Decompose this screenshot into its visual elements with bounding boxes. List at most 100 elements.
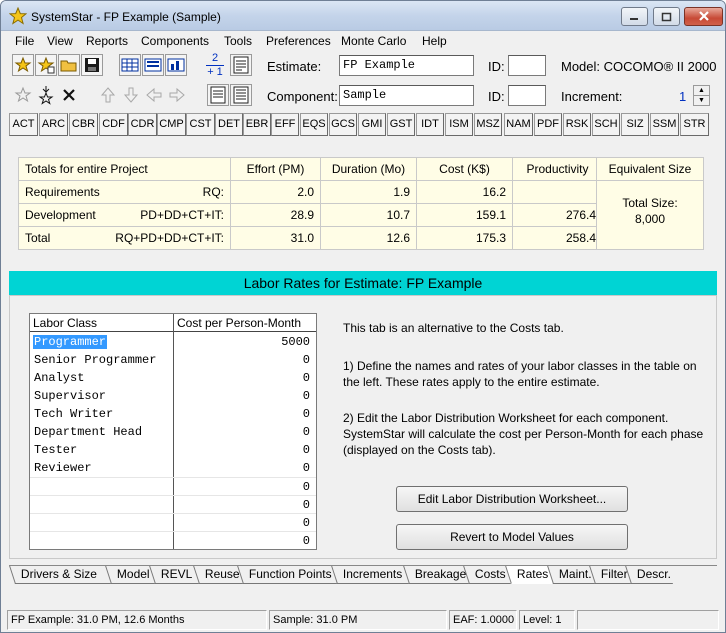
labor-cost-value[interactable]: 0 xyxy=(303,371,310,385)
move-right-button[interactable] xyxy=(166,84,188,106)
menu-file[interactable]: File xyxy=(15,34,34,48)
labor-class-name[interactable]: Analyst xyxy=(33,371,85,385)
increment-spinner[interactable]: ▲ ▼ xyxy=(693,85,710,106)
labor-cost-value[interactable]: 0 xyxy=(303,443,310,457)
edit-labor-distribution-button[interactable]: Edit Labor Distribution Worksheet... xyxy=(396,486,628,512)
component-input[interactable]: Sample xyxy=(339,85,474,106)
move-left-button[interactable] xyxy=(143,84,165,106)
labor-cost-value[interactable]: 0 xyxy=(303,425,310,439)
labor-row[interactable]: 0 xyxy=(30,495,316,513)
code-button-cbr[interactable]: CBR xyxy=(69,113,98,136)
delete-button[interactable] xyxy=(58,84,80,106)
menu-reports[interactable]: Reports xyxy=(86,34,128,48)
labor-class-name[interactable]: Senior Programmer xyxy=(33,353,157,367)
save-button[interactable] xyxy=(81,54,103,76)
revert-model-values-button[interactable]: Revert to Model Values xyxy=(396,524,628,550)
labor-cost-value[interactable]: 0 xyxy=(303,353,310,367)
code-button-nam[interactable]: NAM xyxy=(504,113,533,136)
labor-row[interactable]: Department Head 0 xyxy=(30,423,316,441)
move-down-button[interactable] xyxy=(120,84,142,106)
move-up-button[interactable] xyxy=(97,84,119,106)
spin-up-icon[interactable]: ▲ xyxy=(694,86,709,95)
tab-model[interactable]: Model xyxy=(105,566,155,584)
labor-row[interactable]: 0 xyxy=(30,531,316,549)
tab-maint[interactable]: Maint. xyxy=(547,566,595,584)
labor-row[interactable]: Analyst 0 xyxy=(30,369,316,387)
labor-class-name[interactable]: Department Head xyxy=(33,425,143,439)
maximize-button[interactable] xyxy=(653,7,680,26)
code-button-rsk[interactable]: RSK xyxy=(563,113,591,136)
menu-help[interactable]: Help xyxy=(422,34,447,48)
code-button-ism[interactable]: ISM xyxy=(445,113,473,136)
labor-row[interactable]: Programmer 5000 xyxy=(30,333,316,351)
labor-class-name[interactable]: Programmer xyxy=(33,335,108,349)
labor-class-name[interactable]: Tech Writer xyxy=(33,407,114,421)
tab-reuse[interactable]: Reuse xyxy=(193,566,243,584)
tab-increments[interactable]: Increments xyxy=(331,566,409,584)
estimate-id-input[interactable] xyxy=(508,55,546,76)
tab-revl[interactable]: REVL xyxy=(149,566,199,584)
open-button[interactable] xyxy=(58,54,80,76)
code-button-cst[interactable]: CST xyxy=(186,113,215,136)
code-button-eff[interactable]: EFF xyxy=(271,113,299,136)
labor-cost-value[interactable]: 0 xyxy=(303,389,310,403)
labor-cost-value[interactable]: 0 xyxy=(303,534,310,548)
labor-cost-value[interactable]: 0 xyxy=(303,498,310,512)
code-button-gst[interactable]: GST xyxy=(387,113,415,136)
code-button-gmi[interactable]: GMI xyxy=(358,113,386,136)
list-view-button[interactable] xyxy=(142,54,164,76)
close-button[interactable] xyxy=(684,7,723,26)
minimize-button[interactable] xyxy=(621,7,648,26)
new-estimate-button[interactable] xyxy=(12,54,34,76)
labor-row[interactable]: Senior Programmer 0 xyxy=(30,351,316,369)
labor-row[interactable]: 0 xyxy=(30,477,316,495)
code-button-ssm[interactable]: SSM xyxy=(650,113,679,136)
labor-cost-value[interactable]: 0 xyxy=(303,516,310,530)
labor-class-name[interactable]: Reviewer xyxy=(33,461,93,475)
code-button-eqs[interactable]: EQS xyxy=(300,113,328,136)
labor-rates-grid[interactable]: Labor Class Cost per Person-Month Progra… xyxy=(29,313,317,550)
summary-report-button[interactable] xyxy=(207,84,229,106)
star-outline-button[interactable] xyxy=(12,84,34,106)
spin-down-icon[interactable]: ▼ xyxy=(694,95,709,104)
menu-preferences[interactable]: Preferences xyxy=(266,34,331,48)
code-button-msz[interactable]: MSZ xyxy=(474,113,502,136)
labor-cost-value[interactable]: 0 xyxy=(303,407,310,421)
menu-tools[interactable]: Tools xyxy=(224,34,252,48)
renumber-button[interactable]: 2 + 1 xyxy=(203,53,227,79)
menu-view[interactable]: View xyxy=(47,34,73,48)
labor-row[interactable]: Reviewer 0 xyxy=(30,459,316,477)
code-button-cdr[interactable]: CDR xyxy=(128,113,157,136)
labor-row[interactable]: Supervisor 0 xyxy=(30,387,316,405)
chart-view-button[interactable] xyxy=(165,54,187,76)
labor-row[interactable]: Tester 0 xyxy=(30,441,316,459)
code-button-sch[interactable]: SCH xyxy=(592,113,620,136)
code-button-ebr[interactable]: EBR xyxy=(243,113,271,136)
labor-cost-value[interactable]: 0 xyxy=(303,480,310,494)
code-button-cmp[interactable]: CMP xyxy=(157,113,186,136)
code-button-siz[interactable]: SIZ xyxy=(621,113,649,136)
menu-components[interactable]: Components xyxy=(141,34,209,48)
grid-view-button[interactable] xyxy=(119,54,141,76)
report-button[interactable] xyxy=(230,54,252,76)
code-button-str[interactable]: STR xyxy=(680,113,709,136)
labor-row[interactable]: 0 xyxy=(30,513,316,531)
labor-cost-value[interactable]: 0 xyxy=(303,461,310,475)
code-button-det[interactable]: DET xyxy=(215,113,243,136)
new-component-button[interactable] xyxy=(35,54,57,76)
component-id-input[interactable] xyxy=(508,85,546,106)
detail-report-button[interactable] xyxy=(230,84,252,106)
labor-class-name[interactable]: Tester xyxy=(33,443,78,457)
code-button-cdf[interactable]: CDF xyxy=(99,113,128,136)
labor-class-name[interactable]: Supervisor xyxy=(33,389,107,403)
code-button-arc[interactable]: ARC xyxy=(39,113,68,136)
tab-costs[interactable]: Costs xyxy=(463,566,511,584)
code-button-pdf[interactable]: PDF xyxy=(534,113,562,136)
tab-function-points[interactable]: Function Points xyxy=(237,566,337,584)
code-button-gcs[interactable]: GCS xyxy=(329,113,357,136)
tab-filter[interactable]: Filter xyxy=(589,566,631,584)
menu-monte-carlo[interactable]: Monte Carlo xyxy=(341,34,406,48)
tab-breakage[interactable]: Breakage xyxy=(403,566,469,584)
labor-row[interactable]: Tech Writer 0 xyxy=(30,405,316,423)
labor-cost-value[interactable]: 5000 xyxy=(281,335,310,349)
